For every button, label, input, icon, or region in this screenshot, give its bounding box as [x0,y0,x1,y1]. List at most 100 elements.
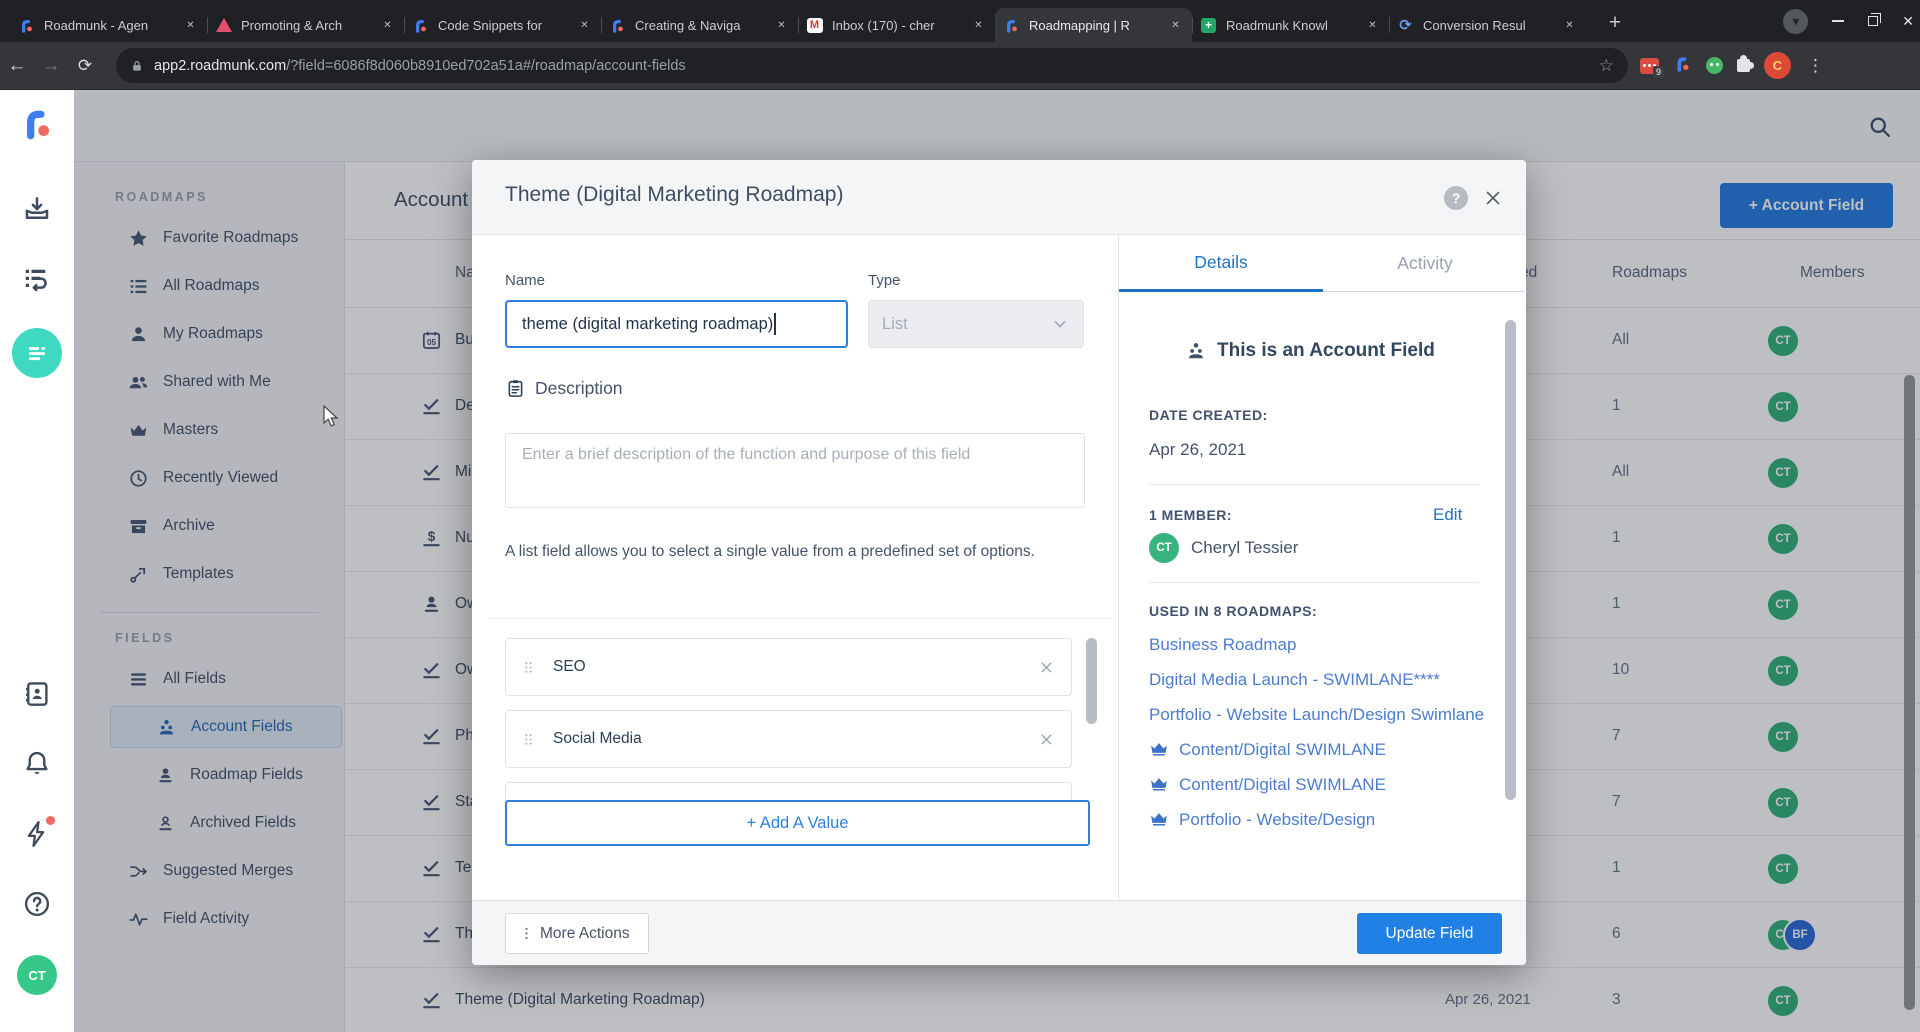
browser-profile-avatar[interactable]: C [1764,52,1791,79]
account-field-icon [1185,340,1207,362]
tab-favicon [412,17,429,34]
address-bar[interactable]: app2.roadmunk.com/?field=6086f8d060b8910… [116,48,1628,83]
list-value-label: SEO [553,658,586,676]
close-icon[interactable] [1482,187,1504,209]
restore-button[interactable] [1868,16,1878,26]
tab-title: Roadmunk - Agen [44,18,176,33]
list-history-icon[interactable] [22,264,52,294]
tab-close-icon[interactable] [379,17,396,34]
divider [1149,484,1479,485]
roadmunk-logo-icon[interactable] [18,104,56,142]
more-actions-button[interactable]: More Actions [505,913,649,954]
help-icon[interactable] [22,889,52,919]
used-in-label: USED IN 8 ROADMAPS: [1149,603,1317,619]
details-scrollbar[interactable] [1505,320,1516,800]
tab-close-icon[interactable] [970,17,987,34]
tab-close-icon[interactable] [182,17,199,34]
roadmap-link-label: Business Roadmap [1149,635,1296,654]
remove-value-icon[interactable] [1038,659,1055,676]
help-icon[interactable] [1444,186,1468,210]
kebab-icon [518,925,535,942]
import-icon[interactable] [22,194,52,224]
drag-handle-icon[interactable] [520,731,537,748]
browser-toolbar: app2.roadmunk.com/?field=6086f8d060b8910… [0,42,1920,90]
tab-activity[interactable]: Activity [1323,235,1527,292]
divider [1149,582,1479,583]
tab-favicon [18,17,35,34]
triangle-logo-icon [216,18,232,32]
list-value-item[interactable]: SEO [505,638,1072,696]
tab-close-icon[interactable] [773,17,790,34]
forward-button[interactable] [34,55,68,77]
close-window-button[interactable] [1902,13,1914,30]
notifications-bell-icon[interactable] [22,749,52,779]
tab-title: Code Snippets for [438,18,570,33]
clipboard-icon [505,378,526,399]
chevron-down-icon [1050,314,1070,334]
roadmunk-extension-icon[interactable] [1673,54,1692,78]
extensions-puzzle-icon[interactable] [1737,59,1750,72]
drag-handle-icon[interactable] [520,659,537,676]
tab-close-icon[interactable] [1364,17,1381,34]
roadmap-link[interactable]: Portfolio - Website Launch/Design Swimla… [1149,697,1489,732]
minimize-button[interactable] [1832,20,1844,22]
browser-tab-promoting-arch[interactable]: Promoting & Arch [207,8,404,42]
tab-close-icon[interactable] [576,17,593,34]
browser-tab-inbox-170-cher[interactable]: M Inbox (170) - cher [798,8,995,42]
new-tab-button[interactable] [1600,8,1630,38]
account-field-note: This is an Account Field [1217,340,1435,362]
field-type-select[interactable]: List [868,300,1084,348]
list-field-help-text: A list field allows you to select a sing… [505,538,1070,566]
tab-title: Conversion Resul [1423,18,1555,33]
roadmap-link[interactable]: Business Roadmap [1149,627,1489,662]
tab-search-button[interactable] [1783,9,1808,34]
member-avatar: CT [1149,533,1179,563]
add-value-button[interactable]: + Add A Value [505,800,1090,846]
crownlink-icon [1149,774,1169,794]
activity-bolt-icon[interactable] [22,819,52,849]
browser-tab-roadmunk-agen[interactable]: Roadmunk - Agen [10,8,207,42]
tab-title: Inbox (170) - cher [832,18,964,33]
user-avatar[interactable]: CT [17,955,57,995]
tab-details[interactable]: Details [1119,235,1323,292]
roadmap-link-label: Portfolio - Website Launch/Design Swimla… [1149,705,1484,724]
browser-tab-roadmapping-r[interactable]: Roadmapping | R [995,8,1192,42]
text-caret [774,313,776,335]
tab-favicon [609,17,626,34]
edit-members-link[interactable]: Edit [1433,505,1462,525]
values-scrollbar[interactable] [1086,638,1097,724]
crownlink-icon [1149,809,1169,829]
browser-tab-conversion-resul[interactable]: ⟳Conversion Resul [1389,8,1586,42]
robot-extension-icon[interactable] [1706,57,1723,74]
extension-icon[interactable]: 9 [1640,58,1659,74]
roadmaps-active-icon[interactable] [12,328,62,378]
roadmunk-icon [18,17,35,34]
remove-value-icon[interactable] [1038,731,1055,748]
roadmap-link[interactable]: Digital Media Launch - SWIMLANE**** [1149,662,1489,697]
date-created-value: Apr 26, 2021 [1149,440,1246,460]
gmail-icon: M [807,18,823,33]
roadmap-link[interactable]: Portfolio - Website/Design [1149,802,1489,837]
bookmark-star-icon[interactable] [1599,56,1614,76]
browser-tab-creating-naviga[interactable]: Creating & Naviga [601,8,798,42]
details-pane: Details Activity This is an Account Fiel… [1118,235,1526,900]
roadmap-link[interactable]: Content/Digital SWIMLANE [1149,732,1489,767]
browser-tab-roadmunk-knowl[interactable]: +Roadmunk Knowl [1192,8,1389,42]
update-field-button[interactable]: Update Field [1357,913,1502,954]
back-button[interactable] [0,55,34,77]
browser-menu-icon[interactable] [1807,56,1824,76]
description-textarea[interactable] [505,433,1085,508]
name-label: Name [505,272,545,289]
tab-close-icon[interactable] [1167,17,1184,34]
browser-tab-code-snippets-for[interactable]: Code Snippets for [404,8,601,42]
date-created-label: DATE CREATED: [1149,407,1268,423]
extension-badge: 9 [1653,66,1664,78]
divider [488,618,1110,619]
list-value-item[interactable]: Social Media [505,710,1072,768]
spreadsheet-icon: + [1201,18,1216,33]
roadmap-link[interactable]: Content/Digital SWIMLANE [1149,767,1489,802]
field-name-input[interactable]: theme (digital marketing roadmap) [505,300,848,348]
tab-close-icon[interactable] [1561,17,1578,34]
reload-button[interactable] [68,56,102,76]
contacts-icon[interactable] [22,679,52,709]
